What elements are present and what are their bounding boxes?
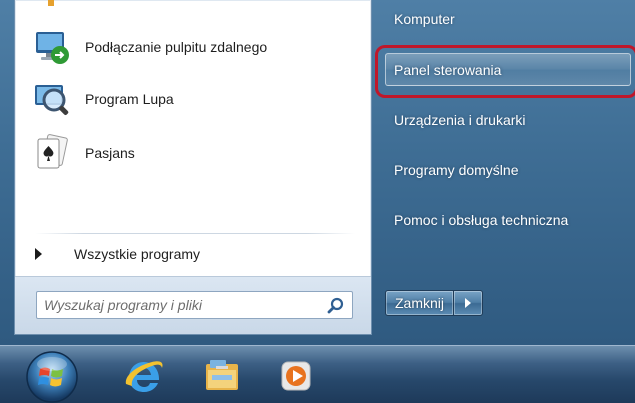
menu-item-computer[interactable]: Komputer bbox=[385, 2, 631, 35]
taskbar bbox=[0, 345, 635, 403]
arrow-right-icon bbox=[465, 298, 472, 308]
magnifier-icon bbox=[35, 85, 69, 115]
remote-desktop-icon bbox=[36, 32, 69, 64]
programs-pane: Podłączanie pulpitu zdalnego Program Lup… bbox=[14, 0, 372, 335]
menu-item-label: Komputer bbox=[394, 10, 455, 27]
program-item-magnifier[interactable]: Program Lupa bbox=[21, 74, 365, 124]
program-label: Program Lupa bbox=[85, 91, 174, 107]
menu-item-label: Urządzenia i drukarki bbox=[394, 111, 526, 128]
internet-explorer-icon[interactable] bbox=[122, 354, 166, 398]
separator bbox=[35, 233, 355, 234]
partial-program-icon bbox=[48, 0, 54, 6]
menu-item-label: Pomoc i obsługa techniczna bbox=[394, 211, 569, 228]
search-box[interactable] bbox=[36, 291, 353, 319]
shutdown-button[interactable]: Zamknij bbox=[385, 290, 455, 316]
search-input[interactable] bbox=[37, 293, 317, 317]
shutdown-group: Zamknij bbox=[385, 290, 484, 316]
callout-highlight bbox=[375, 45, 635, 98]
windows-explorer-icon[interactable] bbox=[200, 354, 244, 398]
search-icon[interactable] bbox=[327, 297, 344, 314]
media-player-icon[interactable] bbox=[274, 354, 318, 398]
program-label: Podłączanie pulpitu zdalnego bbox=[85, 39, 268, 55]
windows-start-orb-icon[interactable] bbox=[24, 349, 80, 403]
menu-item-label: Programy domyślne bbox=[394, 161, 519, 178]
program-label: Pasjans bbox=[85, 145, 135, 161]
menu-item-devices-printers[interactable]: Urządzenia i drukarki bbox=[385, 103, 631, 136]
all-programs-button[interactable]: Wszystkie programy bbox=[29, 240, 359, 268]
search-area bbox=[15, 276, 371, 334]
program-item-remote-desktop[interactable]: Podłączanie pulpitu zdalnego bbox=[21, 22, 365, 72]
menu-item-help-support[interactable]: Pomoc i obsługa techniczna bbox=[385, 203, 631, 236]
all-programs-label: Wszystkie programy bbox=[74, 246, 201, 262]
menu-item-default-programs[interactable]: Programy domyślne bbox=[385, 153, 631, 186]
program-item-solitaire[interactable]: Pasjans bbox=[21, 128, 365, 178]
shutdown-options-button[interactable] bbox=[454, 290, 484, 316]
solitaire-icon bbox=[37, 134, 68, 169]
start-menu: Podłączanie pulpitu zdalnego Program Lup… bbox=[0, 0, 635, 345]
triangle-right-icon bbox=[35, 248, 42, 260]
